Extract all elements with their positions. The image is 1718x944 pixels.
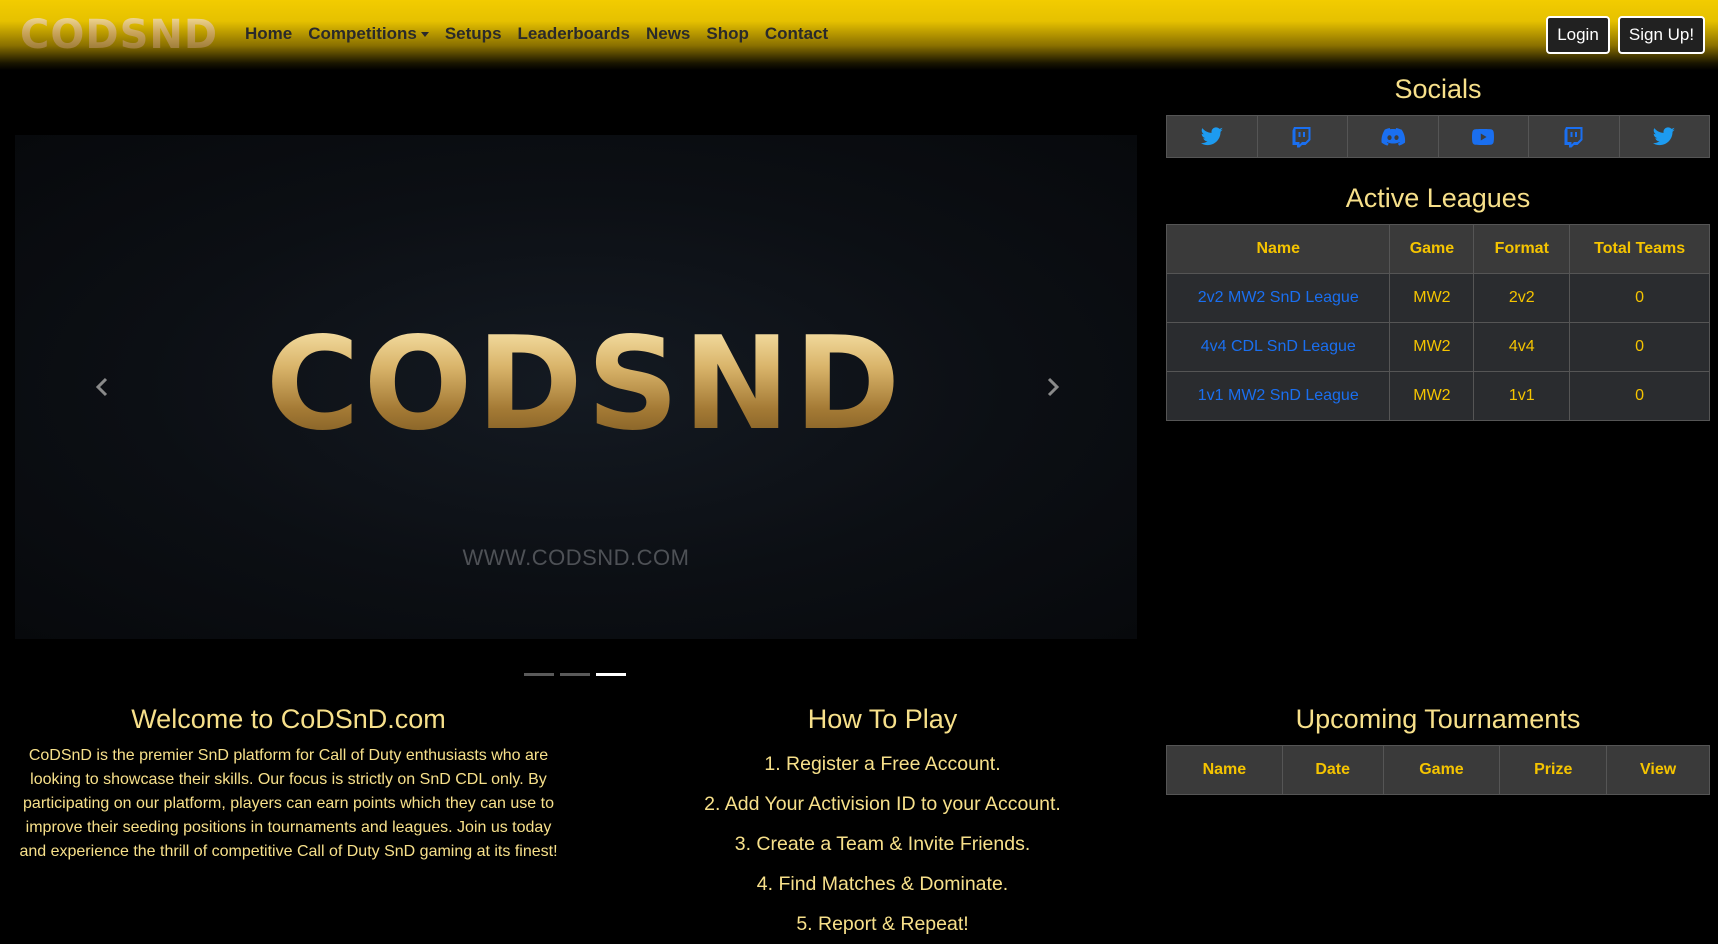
nav-competitions-label: Competitions	[308, 24, 417, 43]
discord-link[interactable]	[1348, 116, 1439, 157]
column-header: Prize	[1499, 745, 1608, 795]
active-leagues-title: Active Leagues	[1345, 183, 1531, 213]
chevron-down-icon	[420, 31, 429, 37]
table-row: 4v4 CDL SnD League MW2 4v4 0	[1165, 322, 1710, 372]
twitter-icon	[1200, 126, 1223, 145]
table-header-row: Name Date Game Prize View	[1166, 745, 1710, 795]
league-name-link[interactable]: 2v2 MW2 SnD League	[1165, 273, 1391, 323]
hero-carousel: CODSND WWW.CODSND.COM	[15, 135, 1137, 639]
table-cell: 1v1	[1473, 371, 1571, 421]
column-header: Game	[1389, 224, 1475, 274]
carousel-indicator[interactable]	[524, 673, 554, 676]
column-header: Total Teams	[1569, 224, 1710, 274]
upcoming-tournaments-table: Name Date Game Prize View	[1166, 745, 1710, 795]
column-header: View	[1606, 745, 1710, 795]
column-header: Name	[1165, 224, 1391, 274]
how-to-play-title: How To Play	[807, 704, 958, 734]
welcome-text: CoDSnD is the premier SnD platform for C…	[19, 747, 558, 860]
league-name-link[interactable]: 4v4 CDL SnD League	[1165, 322, 1391, 372]
how-to-play-list: 1. Register a Free Account. 2. Add Your …	[660, 752, 1105, 944]
table-row: 2v2 MW2 SnD League MW2 2v2 0	[1165, 273, 1710, 323]
chevron-left-icon	[95, 377, 108, 397]
login-button[interactable]: Login	[1546, 16, 1610, 54]
brand-logo[interactable]: CODSND	[20, 14, 220, 56]
twitch-link[interactable]	[1529, 116, 1620, 157]
nav-links: Home Competitions Setups Leaderboards Ne…	[245, 24, 844, 44]
socials-title: Socials	[1394, 74, 1482, 104]
youtube-link[interactable]	[1439, 116, 1529, 157]
discord-icon	[1381, 127, 1405, 146]
table-cell: 0	[1569, 371, 1710, 421]
nav-leaderboards[interactable]: Leaderboards	[518, 24, 630, 44]
twitch-icon	[1564, 126, 1583, 147]
nav-setups[interactable]: Setups	[445, 24, 502, 44]
list-item: 4. Find Matches & Dominate.	[756, 873, 1009, 895]
upcoming-tournaments-title: Upcoming Tournaments	[1295, 704, 1581, 734]
twitter-link[interactable]	[1620, 116, 1710, 157]
nav-competitions-dropdown[interactable]: Competitions	[308, 24, 429, 44]
carousel-next-button[interactable]	[1038, 367, 1068, 407]
carousel-prev-button[interactable]	[87, 367, 117, 407]
table-cell: MW2	[1389, 371, 1475, 421]
twitch-icon	[1292, 126, 1311, 147]
list-item: 5. Report & Repeat!	[796, 913, 969, 935]
nav-shop[interactable]: Shop	[706, 24, 749, 44]
nav-news[interactable]: News	[646, 24, 690, 44]
table-cell: 2v2	[1473, 273, 1571, 323]
twitch-link[interactable]	[1258, 116, 1348, 157]
welcome-title: Welcome to CoDSnD.com	[131, 704, 446, 734]
nav-home[interactable]: Home	[245, 24, 292, 44]
column-header: Format	[1473, 224, 1571, 274]
top-navbar: CODSND Home Competitions Setups Leaderbo…	[0, 0, 1718, 70]
hero-logo: CODSND	[260, 321, 910, 449]
league-name-link[interactable]: 1v1 MW2 SnD League	[1165, 371, 1391, 421]
nav-contact[interactable]: Contact	[765, 24, 828, 44]
column-header: Date	[1281, 745, 1384, 795]
table-row: 1v1 MW2 SnD League MW2 1v1 0	[1165, 371, 1710, 421]
hero-url-text: WWW.CODSND.COM	[462, 545, 690, 570]
twitter-link[interactable]	[1167, 116, 1258, 157]
column-header: Game	[1382, 745, 1501, 795]
carousel-indicator[interactable]	[560, 673, 590, 676]
table-header-row: Name Game Format Total Teams	[1165, 224, 1710, 274]
twitter-icon	[1653, 126, 1676, 145]
table-cell: MW2	[1389, 322, 1475, 372]
table-cell: MW2	[1389, 273, 1475, 323]
list-item: 1. Register a Free Account.	[764, 753, 1001, 775]
youtube-icon	[1472, 128, 1495, 145]
table-cell: 0	[1569, 322, 1710, 372]
carousel-indicators	[524, 673, 626, 676]
chevron-right-icon	[1047, 377, 1060, 397]
column-header: Name	[1166, 745, 1283, 795]
carousel-indicator[interactable]	[596, 673, 626, 676]
socials-bar	[1166, 115, 1710, 158]
active-leagues-table: Name Game Format Total Teams 2v2 MW2 SnD…	[1165, 224, 1710, 421]
table-cell: 4v4	[1473, 322, 1571, 372]
table-cell: 0	[1569, 273, 1710, 323]
signup-button[interactable]: Sign Up!	[1618, 16, 1705, 54]
list-item: 2. Add Your Activision ID to your Accoun…	[704, 793, 1061, 815]
list-item: 3. Create a Team & Invite Friends.	[734, 833, 1031, 855]
